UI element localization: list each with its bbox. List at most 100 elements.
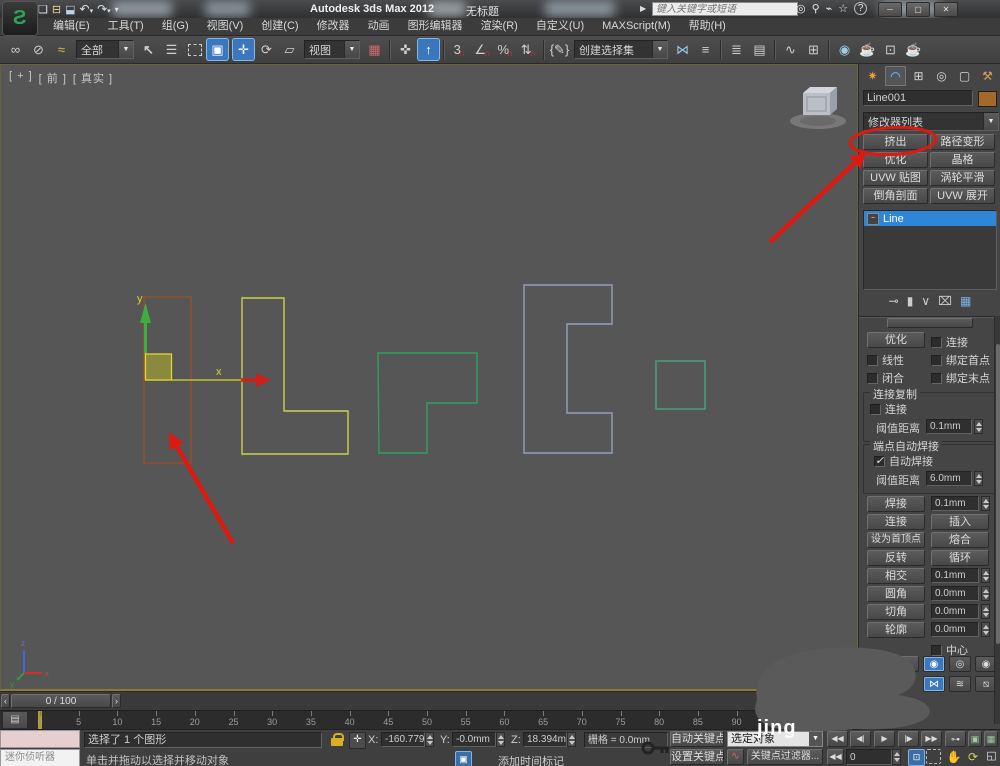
make-unique-icon[interactable]: ∨ <box>921 294 930 308</box>
weld-threshold-spinner[interactable] <box>981 496 990 511</box>
menu-views[interactable]: 视图(V) <box>198 18 253 35</box>
percent-snap-icon[interactable]: % ∩ <box>494 38 517 61</box>
isolate-selection-toggle-icon[interactable]: ▣ <box>455 751 472 766</box>
connect-copy-threshold-field[interactable]: 0.1mm <box>926 419 972 434</box>
outline-spinner[interactable] <box>981 622 990 637</box>
default-in-out-tangent-icon[interactable]: ∿ <box>727 749 744 765</box>
bind-last-checkbox[interactable]: 绑定末点 <box>931 370 990 386</box>
viewport-front[interactable]: [ + ] [ 前 ] [ 真实 ] y x z x y <box>0 64 858 691</box>
mini-listener-macro-row[interactable] <box>0 730 80 748</box>
new-file-icon[interactable]: ❏ <box>38 3 48 16</box>
layer-manager-icon[interactable]: ≣ <box>725 38 748 61</box>
schematic-view-icon[interactable]: ⊞ <box>802 38 825 61</box>
connect-copy-threshold-spinner[interactable] <box>974 419 983 434</box>
spline-shape-gamma[interactable] <box>377 352 478 454</box>
optimize-button[interactable]: 优化 <box>867 332 925 348</box>
show-end-result-icon[interactable]: ▮ <box>907 294 914 308</box>
auto-weld-checkbox[interactable]: 自动焊接 <box>874 453 933 469</box>
y-coord-spinner[interactable] <box>496 732 505 747</box>
graphite-ribbon-icon[interactable]: ▤ <box>748 38 771 61</box>
select-and-manipulate-icon[interactable]: ✜ <box>394 38 417 61</box>
connect-copy-checkbox[interactable]: 连接 <box>870 401 907 417</box>
mirror-horizontal-icon[interactable]: ⋈ <box>923 676 945 692</box>
auto-weld-threshold-spinner[interactable] <box>974 471 983 486</box>
add-time-tag[interactable]: 添加时间标记 <box>498 753 564 766</box>
frame-forward-arrow[interactable]: › <box>112 694 121 708</box>
render-production-icon[interactable]: ☕ <box>902 38 925 61</box>
use-pivot-point-center-icon[interactable]: ▦ <box>363 38 386 61</box>
menu-customize[interactable]: 自定义(U) <box>527 18 593 35</box>
zoom-region-icon[interactable]: ⊡ <box>908 749 925 766</box>
pin-stack-icon[interactable]: ⊸ <box>889 294 899 308</box>
chamfer-field[interactable]: 0.0mm <box>931 604 979 619</box>
uvw-map-button[interactable]: UVW 贴图 <box>863 170 928 186</box>
chamfer-button[interactable]: 切角 <box>867 604 925 620</box>
stack-item-line[interactable]: ~ Line <box>864 211 996 226</box>
auto-weld-threshold-field[interactable]: 6.0mm <box>926 471 972 486</box>
rectangular-selection-region-icon[interactable] <box>183 38 206 61</box>
fuse-button[interactable]: 熔合 <box>931 532 989 548</box>
unwrap-uvw-button[interactable]: UVW 展开 <box>930 188 995 204</box>
named-selection-sets-dropdown[interactable]: 创建选择集 ▼ <box>574 40 668 59</box>
current-frame-spinner[interactable] <box>892 749 901 765</box>
menu-animation[interactable]: 动画 <box>359 18 399 35</box>
selection-lock-icon[interactable] <box>331 733 344 746</box>
menu-rendering[interactable]: 渲染(R) <box>472 18 527 35</box>
pan-hand-icon[interactable]: ✋ <box>946 749 962 765</box>
connect-checkbox[interactable]: 连接 <box>931 334 968 350</box>
outline-button[interactable]: 轮廓 <box>867 622 925 638</box>
gizmo-x-arrowhead[interactable] <box>256 373 271 387</box>
modifier-stack[interactable]: ~ Line <box>863 210 997 290</box>
z-coord-spinner[interactable] <box>567 732 576 747</box>
key-filters-button[interactable]: 关键点过滤器... <box>747 749 823 765</box>
menu-group[interactable]: 组(G) <box>153 18 198 35</box>
linear-checkbox[interactable]: 线性 <box>867 352 904 368</box>
spline-shape-bracket[interactable] <box>523 284 613 454</box>
mirror-icon[interactable]: ⋈ <box>671 38 694 61</box>
menu-create[interactable]: 创建(C) <box>252 18 307 35</box>
search-binoculars-icon[interactable]: ◎ <box>796 2 806 15</box>
select-and-move-icon[interactable]: ✛ <box>232 38 255 61</box>
favorites-star-icon[interactable]: ☆ <box>838 2 848 15</box>
orbit-icon[interactable]: ⟳ <box>965 749 981 765</box>
mirror-vertical-icon[interactable]: ≋ <box>949 676 971 692</box>
tab-hierarchy-icon[interactable]: ⊞ <box>908 66 929 86</box>
menu-maxscript[interactable]: MAXScript(M) <box>593 18 679 35</box>
edit-named-selection-sets-icon[interactable]: {✎} <box>548 38 571 61</box>
menu-edit[interactable]: 编辑(E) <box>44 18 99 35</box>
maximize-viewport-toggle-icon[interactable]: ◱ <box>984 749 999 764</box>
spline-shape-square[interactable] <box>655 360 706 410</box>
gizmo-plane-handle[interactable] <box>144 353 173 381</box>
y-coord-field[interactable]: -0.0mm <box>452 732 496 747</box>
save-file-icon[interactable]: ⬓ <box>65 3 75 16</box>
menu-graph-editors[interactable]: 图形编辑器 <box>399 18 472 35</box>
outline-field[interactable]: 0.0mm <box>931 622 979 637</box>
key-mode-toggle-icon[interactable]: ⊶ <box>945 731 966 747</box>
make-first-button[interactable]: 设为首顶点 <box>867 532 925 548</box>
time-slider-grip[interactable]: 0 / 100 <box>11 694 111 708</box>
selection-filter-dropdown[interactable]: 全部 ▼ <box>76 40 134 59</box>
next-frame-button[interactable]: |▶ <box>898 731 919 747</box>
timeline-ruler[interactable]: 0 5 10 15 20 25 30 35 40 45 50 55 60 65 70 75 80 85 90 <box>0 710 858 729</box>
spinner-snap-icon[interactable]: ⇅ ∩ <box>517 38 540 61</box>
chamfer-spinner[interactable] <box>981 604 990 619</box>
cross-insert-field[interactable]: 0.1mm <box>931 568 979 583</box>
zoom-extents-all-icon[interactable]: ▦ <box>984 731 998 747</box>
path-deform-button[interactable]: 路径变形 <box>930 134 995 150</box>
communication-center-icon[interactable]: ⌁ <box>826 2 833 15</box>
redo-icon[interactable]: ↷▾ <box>97 2 111 16</box>
previous-frame-button[interactable]: ◀| <box>850 731 871 747</box>
go-to-frame-start-button[interactable]: ◀◀ <box>827 749 844 765</box>
minimize-button[interactable]: ─ <box>878 2 902 17</box>
menu-tools[interactable]: 工具(T) <box>99 18 153 35</box>
move-gizmo[interactable]: y x <box>137 293 271 387</box>
play-animation-button[interactable]: ▶ <box>874 731 895 747</box>
panel-scrollbar-thumb[interactable] <box>996 344 1000 644</box>
gizmo-y-arrowhead[interactable] <box>140 303 151 323</box>
maximize-button[interactable]: ▢ <box>906 2 930 17</box>
zoom-extents-icon[interactable]: ▣ <box>968 731 982 747</box>
set-keys-key-icon[interactable] <box>641 736 671 760</box>
app-logo[interactable]: S <box>2 1 38 36</box>
go-to-end-button[interactable]: ▶▶ <box>921 731 942 747</box>
z-coord-field[interactable]: 18.394mm <box>523 732 567 747</box>
